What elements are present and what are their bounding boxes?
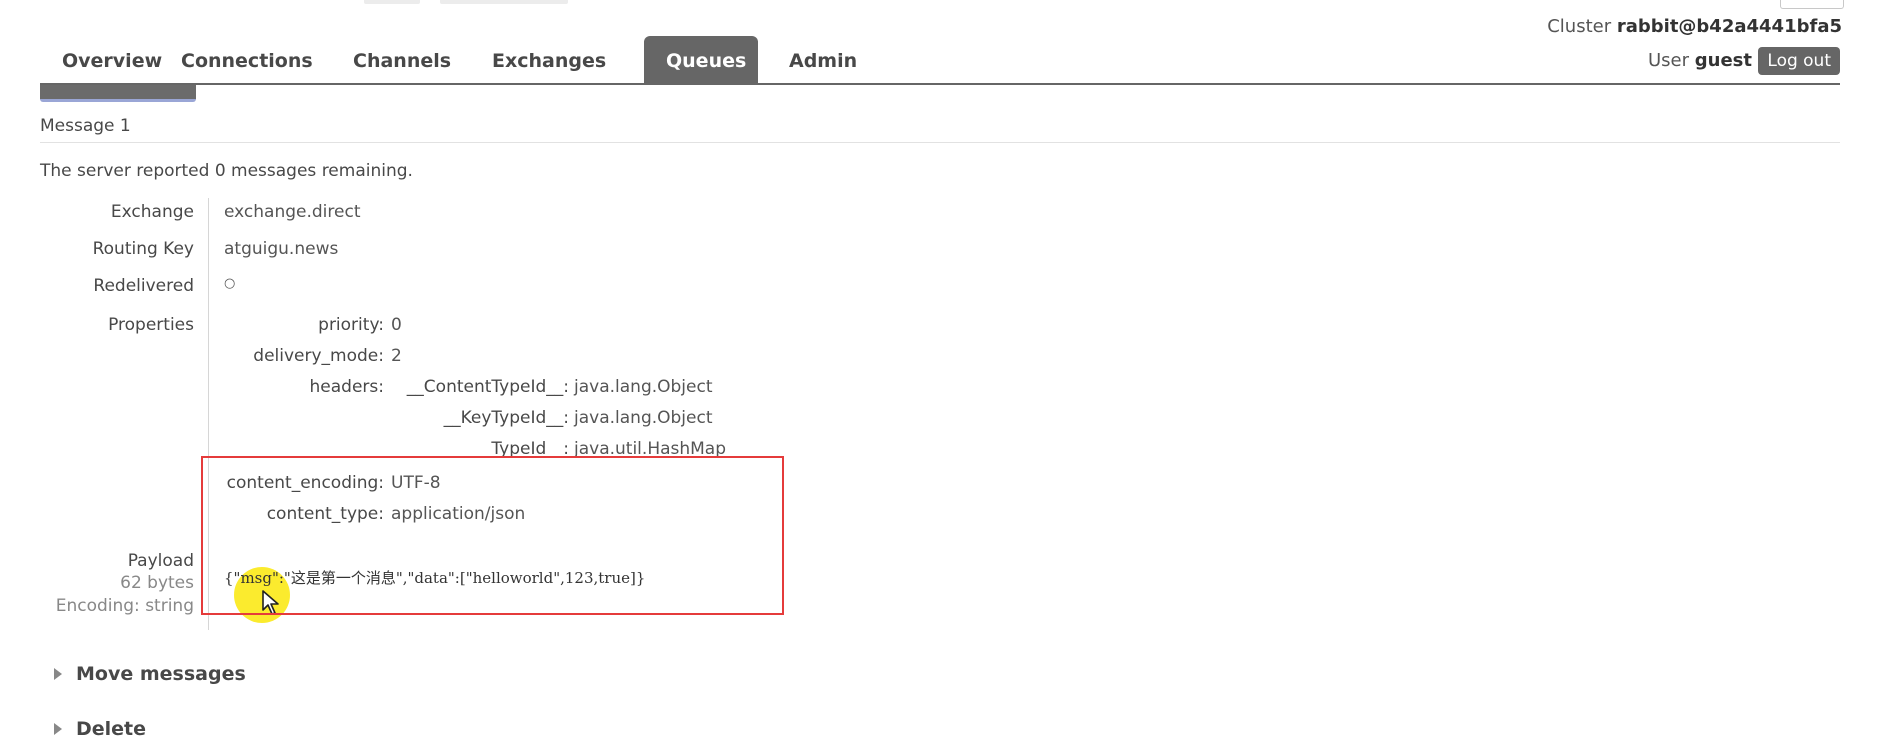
redelivered-value: ○: [224, 276, 236, 291]
message-title: Message 1: [40, 116, 131, 136]
tab-connections[interactable]: Connections: [159, 36, 335, 84]
divider: [40, 142, 1840, 143]
exchange-label: Exchange: [110, 202, 194, 222]
property-value-priority: 0: [391, 315, 402, 335]
property-value-delivery-mode: 2: [391, 346, 402, 366]
nav-underline: [40, 83, 1840, 85]
redelivered-label: Redelivered: [93, 276, 194, 296]
property-key-priority: priority:: [318, 315, 384, 335]
payload-encoding: Encoding: string: [55, 596, 194, 616]
messages-remaining-text: The server reported 0 messages remaining…: [40, 161, 413, 181]
cut-off-select[interactable]: [1780, 0, 1844, 9]
cut-off-header-text: [364, 0, 420, 4]
user-name: guest: [1694, 50, 1752, 71]
delete-toggle[interactable]: Delete: [76, 718, 146, 740]
header-key: __KeyTypeId__:: [443, 408, 569, 428]
tab-queues[interactable]: Queues: [644, 36, 758, 84]
header-value: java.lang.Object: [574, 377, 713, 397]
cluster-name: rabbit@b42a4441bfa5: [1616, 16, 1842, 37]
properties-label: Properties: [108, 315, 194, 335]
expand-arrow-icon[interactable]: [54, 668, 62, 680]
tab-admin[interactable]: Admin: [767, 36, 879, 84]
payload-size: 62 bytes: [120, 573, 194, 593]
routing-key-label: Routing Key: [92, 239, 194, 259]
exchange-value: exchange.direct: [224, 202, 361, 222]
expand-arrow-icon[interactable]: [54, 723, 62, 735]
user-info: User guest: [1648, 50, 1752, 71]
property-key-delivery-mode: delivery_mode:: [253, 346, 384, 366]
highlight-annotation-box: [201, 456, 784, 615]
routing-key-value: atguigu.news: [224, 239, 339, 259]
logout-button[interactable]: Log out: [1758, 47, 1840, 75]
cut-off-header-text: [440, 0, 568, 4]
cluster-info: Cluster rabbit@b42a4441bfa5: [1547, 16, 1842, 37]
tab-exchanges[interactable]: Exchanges: [470, 36, 628, 84]
header-key: __ContentTypeId__:: [406, 377, 569, 397]
tab-channels[interactable]: Channels: [331, 36, 473, 84]
get-messages-button[interactable]: [40, 85, 196, 102]
payload-label: Payload: [127, 551, 194, 571]
header-value: java.lang.Object: [574, 408, 713, 428]
move-messages-toggle[interactable]: Move messages: [76, 663, 246, 685]
